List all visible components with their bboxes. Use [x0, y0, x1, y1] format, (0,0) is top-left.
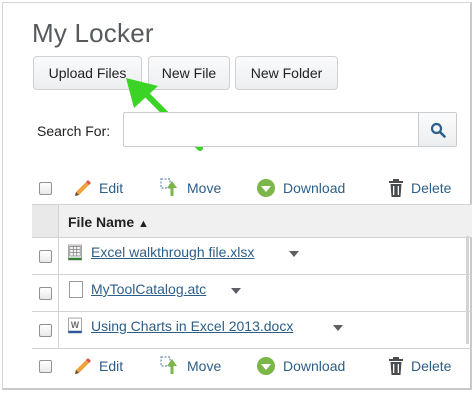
move-label: Move: [187, 180, 222, 196]
delete-action[interactable]: Delete: [388, 356, 451, 376]
table-row: W Using Charts in Excel 2013.docx: [32, 312, 472, 349]
search-label: Search For:: [37, 123, 111, 139]
sort-ascending-icon: ▲: [138, 218, 149, 230]
download-action[interactable]: Download: [256, 356, 345, 376]
bottom-actions-toolbar: Edit Move Download Delete: [0, 354, 476, 380]
move-icon: [160, 178, 177, 196]
download-label: Download: [283, 180, 346, 196]
table-row: MyToolCatalog.atc: [32, 275, 472, 312]
file-name-column-header[interactable]: File Name ▲: [68, 214, 149, 230]
select-all-checkbox[interactable]: [39, 360, 52, 373]
table-row: Excel walkthrough file.xlsx: [32, 238, 472, 275]
table-header: File Name ▲: [32, 205, 472, 238]
pencil-icon: [75, 358, 91, 374]
edit-action[interactable]: Edit: [72, 356, 123, 376]
chevron-down-icon[interactable]: [231, 288, 241, 294]
generic-file-icon: [69, 281, 83, 298]
pencil-icon: [75, 180, 91, 196]
search-icon: [430, 122, 446, 138]
search-input[interactable]: [123, 112, 419, 147]
select-all-checkbox[interactable]: [39, 182, 52, 195]
download-icon: [257, 179, 275, 197]
word-file-icon: W: [68, 317, 82, 334]
move-action[interactable]: Move: [160, 356, 221, 376]
row-checkbox[interactable]: [39, 324, 52, 337]
download-label: Download: [283, 358, 346, 374]
edit-action[interactable]: Edit: [72, 178, 123, 198]
page-title: My Locker: [32, 18, 154, 48]
edit-label: Edit: [99, 358, 124, 374]
trash-icon: [389, 357, 403, 375]
column-header-label: File Name: [68, 214, 135, 230]
top-actions-toolbar: Edit Move Download Delete: [0, 176, 476, 202]
file-link[interactable]: Using Charts in Excel 2013.docx: [91, 318, 293, 334]
row-checkbox[interactable]: [39, 287, 52, 300]
trash-icon: [389, 179, 403, 197]
file-link[interactable]: MyToolCatalog.atc: [91, 281, 206, 297]
move-action[interactable]: Move: [160, 178, 221, 198]
move-icon: [160, 356, 177, 374]
delete-label: Delete: [411, 358, 452, 374]
file-link[interactable]: Excel walkthrough file.xlsx: [91, 244, 254, 260]
delete-label: Delete: [411, 180, 452, 196]
edit-label: Edit: [99, 180, 124, 196]
scrollbar-edge[interactable]: [466, 236, 469, 344]
chevron-down-icon[interactable]: [333, 325, 343, 331]
delete-action[interactable]: Delete: [388, 178, 451, 198]
download-icon: [257, 357, 275, 375]
chevron-down-icon[interactable]: [289, 251, 299, 257]
spreadsheet-file-icon: [68, 244, 82, 261]
move-label: Move: [187, 358, 222, 374]
svg-text:W: W: [71, 320, 80, 330]
search-button[interactable]: [419, 112, 457, 147]
new-folder-button[interactable]: New Folder: [235, 56, 338, 90]
download-action[interactable]: Download: [256, 178, 345, 198]
row-checkbox[interactable]: [39, 250, 52, 263]
file-table: File Name ▲ Excel walkthrough file.xlsx …: [32, 204, 472, 349]
